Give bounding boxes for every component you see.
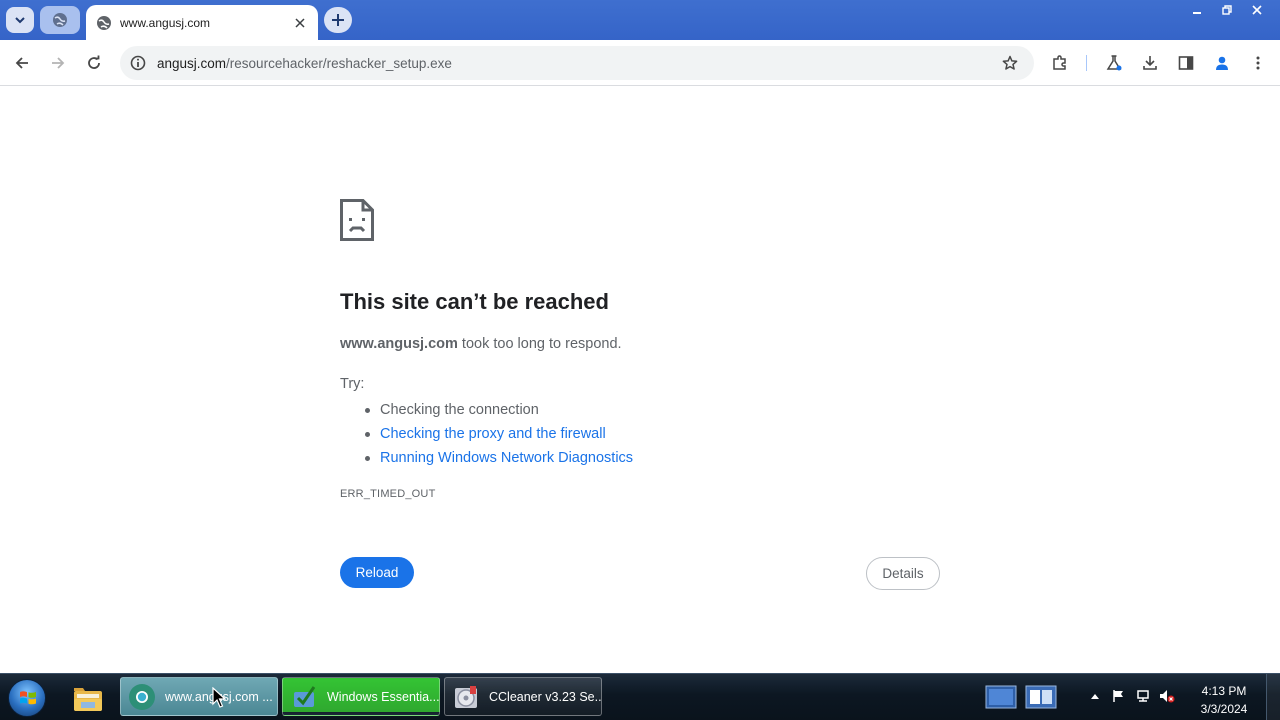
clock-time: 4:13 PM: [1201, 684, 1247, 698]
more-vertical-icon: [1256, 56, 1260, 70]
tab-strip: www.angusj.com: [0, 0, 1280, 40]
url-path: /resourcehacker/reshacker_setup.exe: [226, 55, 452, 71]
action-center-button[interactable]: [1111, 688, 1127, 704]
windows-logo-icon: [20, 691, 36, 705]
volume-button[interactable]: [1159, 688, 1175, 704]
error-code: ERR_TIMED_OUT: [340, 488, 436, 500]
puzzle-icon: [1053, 55, 1066, 70]
taskbar-clock[interactable]: 4:13 PM 3/3/2024: [1192, 682, 1256, 718]
show-desktop-button[interactable]: [1266, 674, 1280, 720]
address-bar[interactable]: angusj.com/resourcehacker/reshacker_setu…: [120, 46, 1034, 80]
tab-search-button[interactable]: [6, 7, 34, 33]
info-icon: [130, 55, 146, 71]
error-host: www.angusj.com: [340, 336, 458, 352]
back-button[interactable]: [10, 51, 34, 75]
taskbar-item-windows-essentials[interactable]: Windows Essentia...: [282, 677, 440, 716]
restore-icon: [1222, 4, 1232, 15]
close-icon: [1252, 4, 1262, 15]
windows-taskbar: www.angusj.com ... Windows Essentia... C…: [0, 673, 1280, 720]
tray-app-icon-2[interactable]: [1025, 685, 1057, 709]
downloads-button[interactable]: [1138, 51, 1162, 75]
ccleaner-icon: [451, 682, 481, 712]
error-title: This site can’t be reached: [340, 289, 609, 314]
minimize-icon: [1193, 11, 1201, 14]
mouse-cursor-icon: [212, 687, 226, 708]
taskbar-item-chrome[interactable]: www.angusj.com ...: [120, 677, 278, 716]
tray-overflow-button[interactable]: [1087, 688, 1103, 704]
minimize-button[interactable]: [1182, 0, 1212, 19]
tab-active[interactable]: www.angusj.com: [86, 5, 318, 40]
network-icon: [1137, 690, 1149, 702]
taskbar-item-ccleaner[interactable]: CCleaner v3.23 Se...: [444, 677, 602, 716]
url-host: angusj.com: [157, 55, 227, 71]
close-tab-button[interactable]: [290, 13, 310, 33]
arrow-right-icon: [52, 57, 65, 69]
tab-title: www.angusj.com: [120, 15, 211, 30]
page-content: This site can’t be reached www.angusj.co…: [0, 87, 1280, 673]
restore-button[interactable]: [1212, 0, 1242, 19]
arrow-left-icon: [15, 57, 28, 69]
details-button[interactable]: Details: [866, 557, 940, 590]
suggestion-check-proxy: Checking the proxy and the firewall: [364, 422, 633, 446]
error-message-suffix: took too long to respond.: [457, 336, 622, 352]
suggestion-network-diagnostics: Running Windows Network Diagnostics: [364, 446, 633, 470]
new-tab-button[interactable]: [324, 7, 352, 33]
clock-date: 3/3/2024: [1200, 702, 1248, 716]
download-icon: [1143, 56, 1157, 70]
windows-essentials-icon: [289, 682, 319, 712]
error-message: www.angusj.com took too long to respond.: [340, 336, 622, 352]
try-label: Try:: [340, 376, 365, 392]
network-button[interactable]: [1135, 688, 1151, 704]
tray-app-icon-1[interactable]: [985, 685, 1017, 709]
close-icon: [295, 17, 305, 28]
reload-button[interactable]: Reload: [340, 557, 414, 588]
window-controls: [1182, 0, 1272, 20]
forward-button[interactable]: [46, 51, 70, 75]
chevron-up-icon: [1091, 694, 1099, 699]
start-button[interactable]: [8, 679, 46, 717]
bookmark-button[interactable]: [998, 51, 1022, 75]
browser-toolbar: angusj.com/resourcehacker/reshacker_setu…: [0, 40, 1280, 86]
side-panel-button[interactable]: [1174, 51, 1198, 75]
folder-icon: [74, 687, 102, 711]
check-proxy-link[interactable]: Checking the proxy and the firewall: [380, 426, 606, 442]
globe-icon: [97, 15, 111, 30]
network-diagnostics-link[interactable]: Running Windows Network Diagnostics: [380, 450, 633, 466]
site-info-icon[interactable]: [128, 53, 148, 73]
plus-icon: [332, 14, 344, 26]
profile-icon: [1216, 56, 1228, 70]
extensions-button[interactable]: [1048, 51, 1072, 75]
chrome-icon: [127, 682, 157, 712]
address-url[interactable]: angusj.com/resourcehacker/reshacker_setu…: [157, 56, 998, 71]
suggestion-list: Checking the connection Checking the pro…: [364, 398, 633, 470]
suggestion-check-connection: Checking the connection: [364, 398, 633, 422]
suggestion-text: Checking the connection: [380, 402, 539, 418]
pinned-explorer[interactable]: [62, 677, 114, 718]
flag-icon: [1113, 690, 1123, 702]
chevron-down-icon: [15, 17, 25, 24]
taskbar-item-label: Windows Essentia...: [327, 689, 439, 704]
sad-document-icon: [340, 199, 374, 241]
star-icon: [1002, 55, 1018, 70]
close-window-button[interactable]: [1242, 0, 1272, 19]
flask-icon: [1106, 55, 1122, 71]
reload-page-button[interactable]: [82, 51, 106, 75]
refresh-icon: [88, 55, 100, 69]
side-panel-icon: [1178, 56, 1194, 70]
labs-button[interactable]: [1102, 51, 1126, 75]
globe-icon: [53, 13, 67, 27]
tab-group-button[interactable]: [40, 6, 80, 34]
toolbar-separator: [1086, 55, 1087, 71]
profile-button[interactable]: [1210, 51, 1234, 75]
taskbar-item-label: CCleaner v3.23 Se...: [489, 689, 601, 704]
menu-button[interactable]: [1246, 51, 1270, 75]
volume-muted-icon: [1160, 690, 1175, 703]
